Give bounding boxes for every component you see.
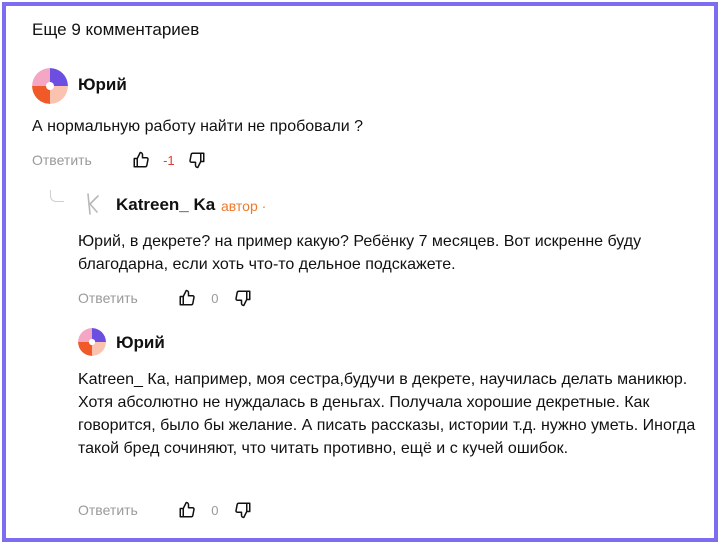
comment-text: Юрий, в декрете? на пример какую? Ребёнк… bbox=[78, 233, 642, 273]
comment-score: -1 bbox=[163, 152, 175, 168]
more-comments-link[interactable]: Еще 9 комментариев bbox=[32, 20, 199, 40]
thumbs-down-icon[interactable] bbox=[232, 499, 254, 521]
reply-button[interactable]: Ответить bbox=[78, 290, 138, 306]
thumbs-down-icon[interactable] bbox=[232, 287, 254, 309]
thread-connector bbox=[50, 190, 64, 202]
avatar-image bbox=[78, 328, 106, 356]
avatar-image bbox=[78, 190, 106, 218]
comment-text: Katreen_ Ка, например, моя сестра,будучи… bbox=[78, 371, 696, 457]
comment-author[interactable]: Юрий bbox=[116, 333, 165, 353]
avatar-image bbox=[32, 68, 68, 104]
reply-button[interactable]: Ответить bbox=[78, 502, 138, 518]
comment-actions: Ответить 0 bbox=[78, 287, 254, 309]
comment-score: 0 bbox=[211, 502, 219, 518]
thumbs-up-icon[interactable] bbox=[176, 499, 198, 521]
comment-score: 0 bbox=[211, 290, 219, 306]
avatar[interactable] bbox=[78, 190, 106, 218]
comment-actions: Ответить -1 bbox=[32, 149, 208, 171]
comment-author[interactable]: Katreen_ Ka bbox=[116, 195, 215, 215]
reply-button[interactable]: Ответить bbox=[32, 152, 92, 168]
avatar[interactable] bbox=[32, 68, 68, 104]
thumbs-up-icon[interactable] bbox=[176, 287, 198, 309]
comment-author[interactable]: Юрий bbox=[78, 75, 127, 95]
comment-text: А нормальную работу найти не пробовали ? bbox=[32, 118, 363, 135]
avatar[interactable] bbox=[78, 328, 106, 356]
author-badge: автор · bbox=[221, 198, 267, 214]
thumbs-up-icon[interactable] bbox=[130, 149, 152, 171]
thumbs-down-icon[interactable] bbox=[186, 149, 208, 171]
comment-actions: Ответить 0 bbox=[78, 499, 254, 521]
